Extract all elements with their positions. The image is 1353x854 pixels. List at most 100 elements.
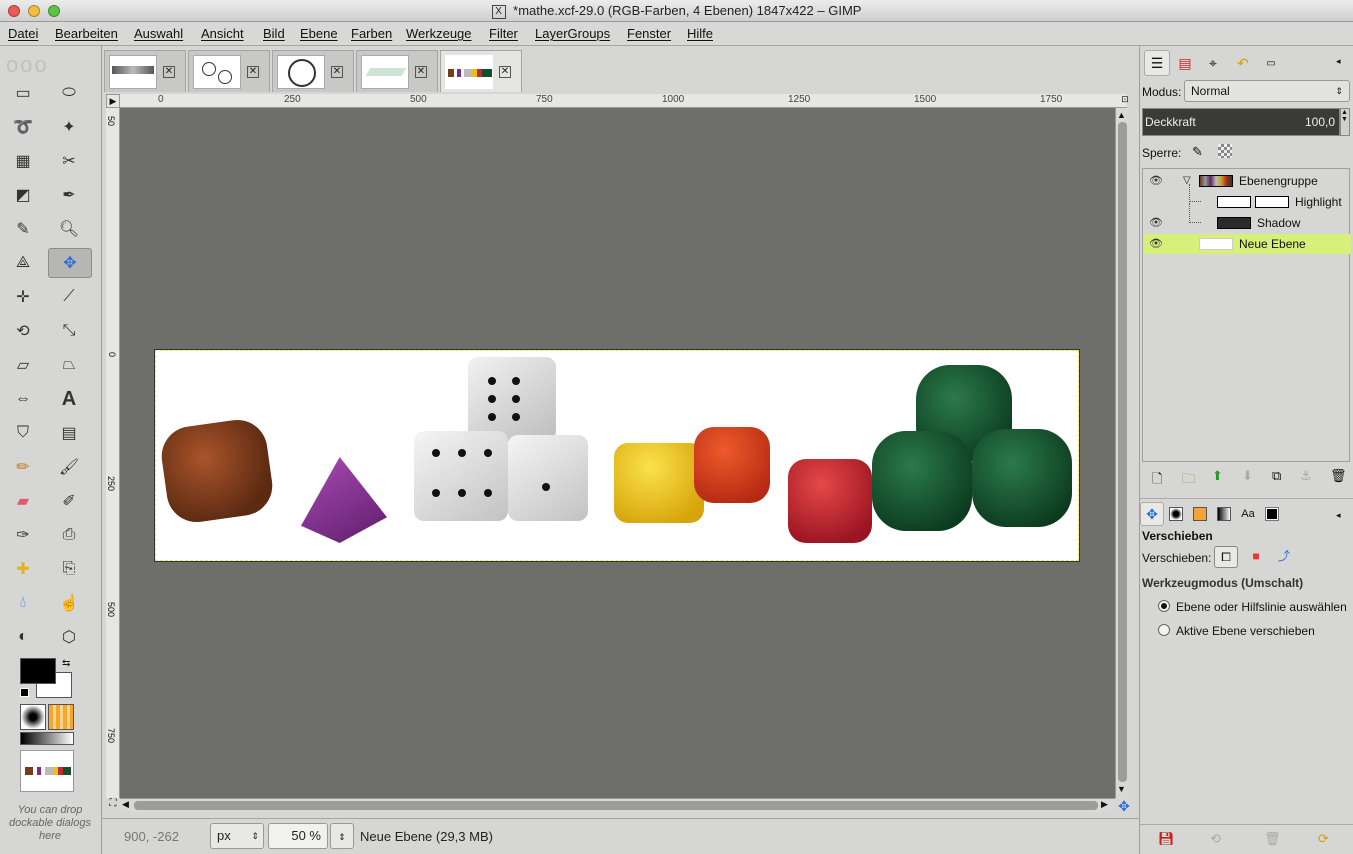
dodge-burn-icon[interactable]: ◐: [8, 624, 38, 650]
zoom-field[interactable]: 50 %: [268, 823, 328, 849]
unit-select[interactable]: px ⇕: [210, 823, 264, 849]
brush-preview[interactable]: [20, 704, 46, 730]
move-tool-icon[interactable]: ✥: [48, 248, 92, 278]
ellipse-select-icon[interactable]: ⬭: [54, 80, 84, 106]
lock-pixels-icon[interactable]: ✎: [1192, 144, 1203, 160]
zoom-select[interactable]: ⇕: [330, 823, 354, 849]
pencil-icon[interactable]: ✏: [8, 454, 38, 480]
layer-row-neue-ebene[interactable]: 👁︎ Neue Ebene: [1143, 234, 1351, 254]
cage-transform-icon[interactable]: ⬡: [54, 624, 84, 650]
color-picker-icon[interactable]: ✎: [8, 216, 38, 242]
menu-bild[interactable]: Bild: [263, 26, 285, 41]
canvas-area[interactable]: [120, 108, 1120, 798]
option-move-active-layer[interactable]: Aktive Ebene verschieben: [1156, 623, 1352, 641]
duplicate-layer-icon[interactable]: ⧉: [1272, 468, 1281, 484]
crop-icon[interactable]: ⟋: [54, 284, 84, 310]
layer-row-ebenengruppe[interactable]: 👁︎ ▽ Ebenengruppe: [1145, 171, 1351, 191]
layers-tab-icon[interactable]: ☰: [1144, 50, 1170, 76]
bucket-fill-icon[interactable]: ⛉: [8, 420, 38, 446]
perspective-icon[interactable]: ⏢: [54, 352, 84, 378]
scale-icon[interactable]: ⤡: [54, 318, 84, 344]
default-colors-icon[interactable]: [20, 688, 29, 697]
clone-icon[interactable]: ⎙: [54, 522, 84, 548]
fonts-tab-icon[interactable]: Aa: [1236, 502, 1260, 526]
scroll-up-arrow[interactable]: ▲: [1117, 110, 1126, 120]
menu-filter[interactable]: Filter: [489, 26, 518, 41]
color-select-icon[interactable]: ▦: [8, 148, 38, 174]
pattern-preview[interactable]: [48, 704, 74, 730]
shear-icon[interactable]: ▱: [8, 352, 38, 378]
menu-layergroups[interactable]: LayerGroups: [535, 26, 610, 41]
zoom-window-button[interactable]: [48, 5, 60, 17]
zoom-icon[interactable]: 🔍︎: [54, 216, 84, 242]
scroll-down-arrow[interactable]: ▼: [1117, 784, 1126, 794]
restore-options-icon[interactable]: ⟲: [1210, 831, 1221, 847]
layer-row-highlight[interactable]: Highlight: [1145, 184, 1351, 212]
scroll-thumb[interactable]: [1118, 122, 1127, 782]
image-tab-3[interactable]: ✕: [272, 50, 354, 92]
radio-button[interactable]: [1158, 624, 1170, 636]
lock-alpha-icon[interactable]: [1218, 144, 1232, 158]
navigate-icon[interactable]: ✥: [1116, 798, 1132, 814]
patterns-tab-icon[interactable]: [1188, 502, 1212, 526]
opacity-stepper[interactable]: ▲ ▼: [1340, 108, 1350, 136]
gradient-preview[interactable]: [20, 732, 74, 745]
fuzzy-select-icon[interactable]: ✦: [54, 114, 84, 140]
channels-tab-icon[interactable]: ▤: [1172, 50, 1198, 76]
save-options-icon[interactable]: 💾︎: [1158, 831, 1175, 847]
brushes-tab-icon[interactable]: [1164, 502, 1188, 526]
perspective-clone-icon[interactable]: ⎘: [54, 556, 84, 582]
paths-icon[interactable]: ✒: [54, 182, 84, 208]
menu-datei[interactable]: Datei: [8, 26, 38, 41]
menu-fenster[interactable]: Fenster: [627, 26, 671, 41]
scroll-left-arrow[interactable]: ◀: [122, 799, 129, 810]
foreground-color-swatch[interactable]: [20, 658, 56, 684]
swap-colors-icon[interactable]: ⇆: [62, 658, 70, 669]
image-tab-5-active[interactable]: ✕: [440, 50, 522, 92]
scroll-right-arrow[interactable]: ▶: [1101, 799, 1108, 810]
move-layer-button[interactable]: ⧠: [1214, 546, 1238, 568]
menu-hilfe[interactable]: Hilfe: [687, 26, 713, 41]
free-select-icon[interactable]: ➰: [8, 114, 38, 140]
close-tab-icon[interactable]: ✕: [331, 65, 343, 78]
radio-button[interactable]: [1158, 600, 1170, 612]
mode-select[interactable]: Normal ⇕: [1184, 80, 1350, 102]
image-canvas[interactable]: [154, 349, 1080, 562]
measure-icon[interactable]: ⟁: [8, 250, 38, 276]
rotate-icon[interactable]: ⟲: [8, 318, 38, 344]
close-tab-icon[interactable]: ✕: [415, 65, 427, 78]
blend-icon[interactable]: ▤: [54, 420, 84, 446]
blur-icon[interactable]: 💧︎: [8, 590, 38, 616]
eye-icon[interactable]: 👁︎: [1149, 171, 1163, 191]
new-layer-icon[interactable]: 🗋︎: [1152, 470, 1162, 492]
scroll-thumb[interactable]: [134, 801, 1098, 810]
quick-mask-corner[interactable]: ▶: [106, 94, 120, 108]
rect-select-icon[interactable]: ▭: [8, 80, 38, 106]
menu-auswahl[interactable]: Auswahl: [134, 26, 183, 41]
horizontal-scrollbar[interactable]: ◀ ▶: [120, 798, 1115, 812]
raise-layer-icon[interactable]: ⬆: [1212, 468, 1223, 484]
layer-row-shadow[interactable]: 👁︎ Shadow: [1145, 203, 1351, 233]
image-preview[interactable]: [20, 750, 74, 792]
undo-history-tab-icon[interactable]: ↶: [1230, 50, 1256, 76]
smudge-icon[interactable]: ☝: [54, 590, 84, 616]
close-tab-icon[interactable]: ✕: [163, 65, 175, 78]
menu-ebene[interactable]: Ebene: [300, 26, 338, 41]
heal-icon[interactable]: ✚: [8, 556, 38, 582]
ink-icon[interactable]: ✑: [8, 522, 38, 548]
text-tool-icon[interactable]: A: [54, 386, 84, 412]
configure-tab-icon[interactable]: ◂: [1336, 56, 1341, 67]
eye-icon[interactable]: 👁︎: [1149, 213, 1163, 233]
lower-layer-icon[interactable]: ⬇: [1242, 468, 1253, 484]
reset-options-icon[interactable]: ⟳: [1318, 831, 1329, 847]
menu-bearbeiten[interactable]: Bearbeiten: [55, 26, 118, 41]
foreground-select-icon[interactable]: ◩: [8, 182, 38, 208]
move-selection-button[interactable]: ■: [1244, 546, 1268, 568]
paintbrush-icon[interactable]: 🖌︎: [54, 454, 84, 480]
align-icon[interactable]: ✛: [8, 284, 38, 310]
eye-icon[interactable]: 👁︎: [1149, 234, 1163, 254]
image-tab-4[interactable]: ✕: [356, 50, 438, 92]
gradients-tab-icon[interactable]: [1212, 502, 1236, 526]
image-tab-1[interactable]: ✕: [104, 50, 186, 92]
menu-ansicht[interactable]: Ansicht: [201, 26, 244, 41]
